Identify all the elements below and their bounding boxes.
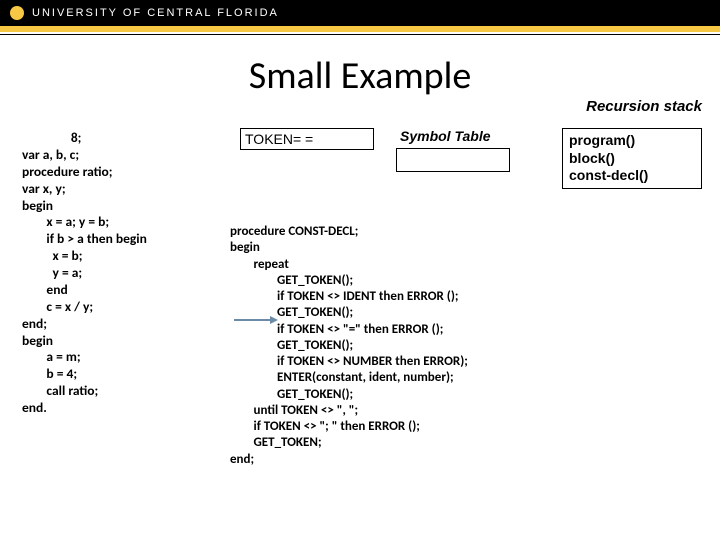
procedure-const-decl-code: procedure CONST-DECL; begin repeat GET_T… [230,224,468,468]
symbol-table-box [396,148,510,172]
pegasus-icon [10,6,24,20]
recursion-stack-label: Recursion stack [586,98,702,115]
stack-frame-2: block() [569,150,695,168]
slide-title: Small Example [0,53,720,99]
stack-frame-1: program() [569,132,695,150]
recursion-stack-box: program() block() const-decl() [562,128,702,189]
brand-bar: UNIVERSITY OF CENTRAL FLORIDA [0,0,720,26]
token-box: TOKEN= = [240,128,374,150]
stack-frame-3: const-decl() [569,167,695,185]
symbol-table-label: Symbol Table [400,128,491,144]
thin-line [0,34,720,35]
source-program-code: 8; var a, b, c; procedure ratio; var x, … [22,130,212,417]
pointer-arrow-icon [234,316,278,324]
gold-stripe [0,26,720,32]
brand-name: UNIVERSITY OF CENTRAL FLORIDA [32,7,279,19]
